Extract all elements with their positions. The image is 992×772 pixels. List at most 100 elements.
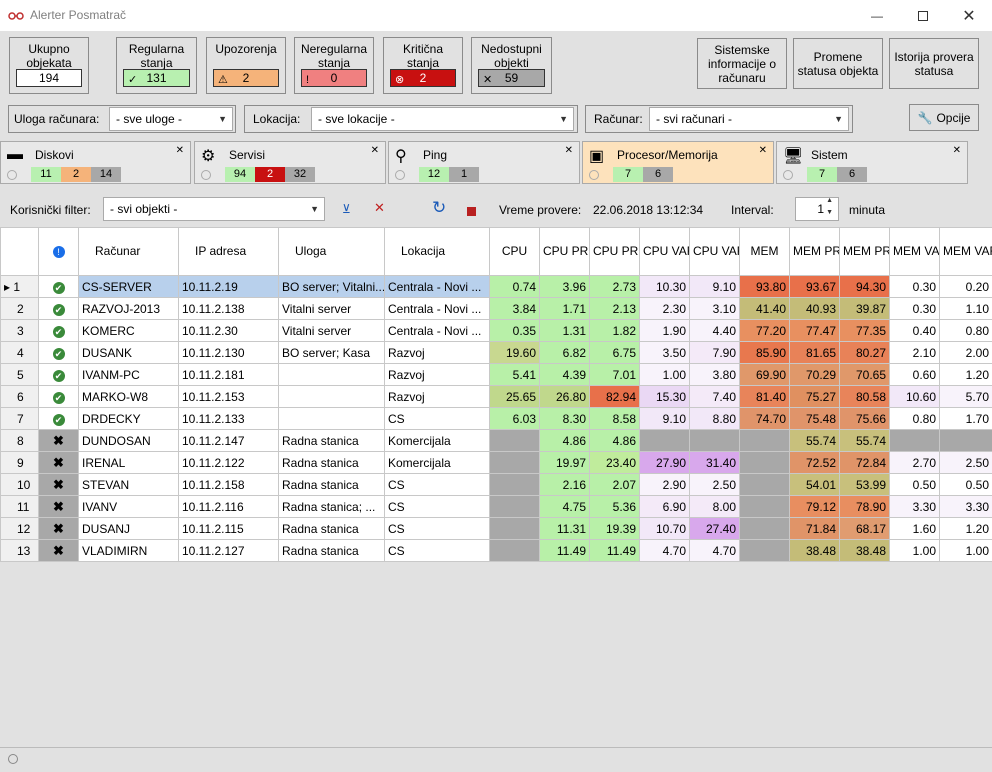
summary-box[interactable]: Kritična stanja ⊗ 2 xyxy=(383,37,463,94)
metric-value: 7.90 xyxy=(689,341,740,364)
table-row[interactable]: 3 ✔ KOMERC 10.11.2.30 Vitalni server Centrala… xyxy=(0,319,992,342)
column-header[interactable]: CPU PRO 60 xyxy=(589,227,640,276)
metric-value: 6.82 xyxy=(539,341,590,364)
column-header[interactable] xyxy=(0,227,39,276)
column-header[interactable]: CPU xyxy=(489,227,540,276)
column-header[interactable]: CPU VAR 60 xyxy=(689,227,740,276)
table-row[interactable]: 7 ✔ DRDECKY 10.11.2.133 CS 6.03 8.30 8.58 9.10 8.… xyxy=(0,407,992,430)
tab-disk[interactable]: ▬ Diskovi ✕ 11 2 14 xyxy=(0,141,191,184)
maximize-button[interactable] xyxy=(900,0,946,31)
table-row[interactable]: 5 ✔ IVANM-PC 10.11.2.181 Razvoj 5.41 4.39 7.01 1… xyxy=(0,363,992,386)
close-icon[interactable]: ✕ xyxy=(565,145,573,156)
metric-value: 3.96 xyxy=(539,275,590,298)
column-header[interactable]: ! xyxy=(38,227,79,276)
filter-remove-icon[interactable]: ✕ xyxy=(374,200,385,216)
metric-value: 53.99 xyxy=(839,473,890,496)
status-icon: ⊗ xyxy=(395,74,405,86)
column-header[interactable]: Lokacija xyxy=(384,227,490,276)
close-icon[interactable]: ✕ xyxy=(759,145,767,156)
column-header[interactable]: MEM PRO 60 xyxy=(839,227,890,276)
tab-count: 12 xyxy=(419,167,449,182)
column-header[interactable]: MEM VAR 60 xyxy=(939,227,992,276)
column-header[interactable]: CPU VAR 10 xyxy=(639,227,690,276)
role xyxy=(278,385,385,408)
table-row[interactable]: ▸ 1 ✔ CS-SERVER 10.11.2.19 BO server; Vitaln… xyxy=(0,275,992,298)
filter-add-icon[interactable]: ⊻ xyxy=(342,202,351,216)
stop-icon[interactable] xyxy=(467,207,476,216)
tab-pc[interactable]: 🖥 Sistem ✕ 7 6 xyxy=(776,141,968,184)
status-cell: ✔ xyxy=(38,341,79,364)
tab-cpu[interactable]: ▣ Procesor/Memorija ✕ 7 6 xyxy=(582,141,774,184)
tab-count: 1 xyxy=(449,167,479,182)
minimize-button[interactable]: — xyxy=(854,0,900,31)
table-row[interactable]: 11 ✖ IVANV 10.11.2.116 Radna stanica; ... CS 4… xyxy=(0,495,992,518)
table-row[interactable]: 12 ✖ DUSANJ 10.11.2.115 Radna stanica CS 11.31… xyxy=(0,517,992,540)
summary-box[interactable]: Upozorenja ⚠ 2 xyxy=(206,37,286,94)
table-row[interactable]: 6 ✔ MARKO-W8 10.11.2.153 Razvoj 25.65 26.80 82.… xyxy=(0,385,992,408)
location: CS xyxy=(384,473,490,496)
computer-filter-group: Računar: - svi računari - ▼ xyxy=(585,105,853,133)
metric-value: 70.29 xyxy=(789,363,840,386)
column-header[interactable]: MEM PRO 10 xyxy=(789,227,840,276)
close-icon[interactable]: ✕ xyxy=(176,145,184,156)
computer-name: VLADIMIRN xyxy=(78,539,179,562)
table-row[interactable]: 4 ✔ DUSANK 10.11.2.130 BO server; Kasa Razvoj… xyxy=(0,341,992,364)
check-time-label: Vreme provere: xyxy=(499,203,582,217)
summary-label: Nedostupni objekti xyxy=(481,42,542,70)
user-filter-select[interactable]: - svi objekti - ▼ xyxy=(103,197,325,221)
column-header[interactable]: Računar xyxy=(78,227,179,276)
stepper-arrows-icon: ▲ ▼ xyxy=(826,197,833,216)
computer-select[interactable]: - svi računari - ▼ xyxy=(649,107,849,131)
metric-value: 19.60 xyxy=(489,341,540,364)
table-row[interactable]: 13 ✖ VLADIMIRN 10.11.2.127 Radna stanica CS 11… xyxy=(0,539,992,562)
tab-ping[interactable]: ⚲ Ping ✕ 12 1 xyxy=(388,141,580,184)
location-select[interactable]: - sve lokacije - ▼ xyxy=(311,107,574,131)
table-row[interactable]: 9 ✖ IRENAL 10.11.2.122 Radna stanica Komercij… xyxy=(0,451,992,474)
metric-value: 1.20 xyxy=(939,363,992,386)
close-icon[interactable]: ✕ xyxy=(953,145,961,156)
tab-gear[interactable]: ⚙ Servisi ✕ 94 2 32 xyxy=(194,141,386,184)
status-history-button[interactable]: Istorija provera statusa xyxy=(889,38,979,89)
summary-box[interactable]: Nedostupni objekti ✕ 59 xyxy=(471,37,552,94)
metric-value: 11.49 xyxy=(589,539,640,562)
refresh-icon[interactable]: ↻ xyxy=(432,198,446,218)
row-number: 12 xyxy=(0,517,39,540)
row-number: 13 xyxy=(0,539,39,562)
tab-indicator-icon xyxy=(589,170,599,180)
role-select[interactable]: - sve uloge - ▼ xyxy=(109,107,233,131)
table-row[interactable]: 2 ✔ RAZVOJ-2013 10.11.2.138 Vitalni server Ce… xyxy=(0,297,992,320)
column-header[interactable]: CPU PRO 10 xyxy=(539,227,590,276)
tab-counts: 76 xyxy=(807,167,867,182)
summary-box[interactable]: Neregularna stanja! 0 xyxy=(294,37,374,94)
tab-count: 7 xyxy=(613,167,643,182)
metric-value xyxy=(739,517,790,540)
close-button[interactable]: ✕ xyxy=(946,0,992,31)
metric-value xyxy=(939,429,992,452)
metric-value: 4.75 xyxy=(539,495,590,518)
tab-indicator-icon xyxy=(395,170,405,180)
tab-counts: 76 xyxy=(613,167,673,182)
column-header[interactable]: IP adresa xyxy=(178,227,279,276)
role: Vitalni server xyxy=(278,319,385,342)
status-changes-button[interactable]: Promene statusa objekta xyxy=(793,38,883,89)
options-button[interactable]: 🔧 Opcije xyxy=(909,104,979,131)
metric-value: 4.86 xyxy=(539,429,590,452)
metric-value: 26.80 xyxy=(539,385,590,408)
column-header[interactable]: MEM VAR 10 xyxy=(889,227,940,276)
summary-box[interactable]: Ukupno objekata 194 xyxy=(9,37,89,94)
metric-value: 0.50 xyxy=(889,473,940,496)
metric-value: 2.50 xyxy=(939,451,992,474)
column-header[interactable]: Uloga xyxy=(278,227,385,276)
table-row[interactable]: 10 ✖ STEVAN 10.11.2.158 Radna stanica CS 2.16 2… xyxy=(0,473,992,496)
ip-address: 10.11.2.138 xyxy=(178,297,279,320)
interval-stepper[interactable]: 1 ▲ ▼ xyxy=(795,197,839,221)
summary-box[interactable]: Regularna stanja ✓ 131 xyxy=(116,37,197,94)
summary-label: Ukupno objekata xyxy=(26,42,72,70)
system-info-button[interactable]: Sistemske informacije o računaru xyxy=(697,38,787,89)
metric-value: 27.40 xyxy=(689,517,740,540)
status-bar xyxy=(0,747,992,772)
row-number: 3 xyxy=(0,319,39,342)
close-icon[interactable]: ✕ xyxy=(371,145,379,156)
column-header[interactable]: MEM xyxy=(739,227,790,276)
table-row[interactable]: 8 ✖ DUNDOSAN 10.11.2.147 Radna stanica Komerc… xyxy=(0,429,992,452)
